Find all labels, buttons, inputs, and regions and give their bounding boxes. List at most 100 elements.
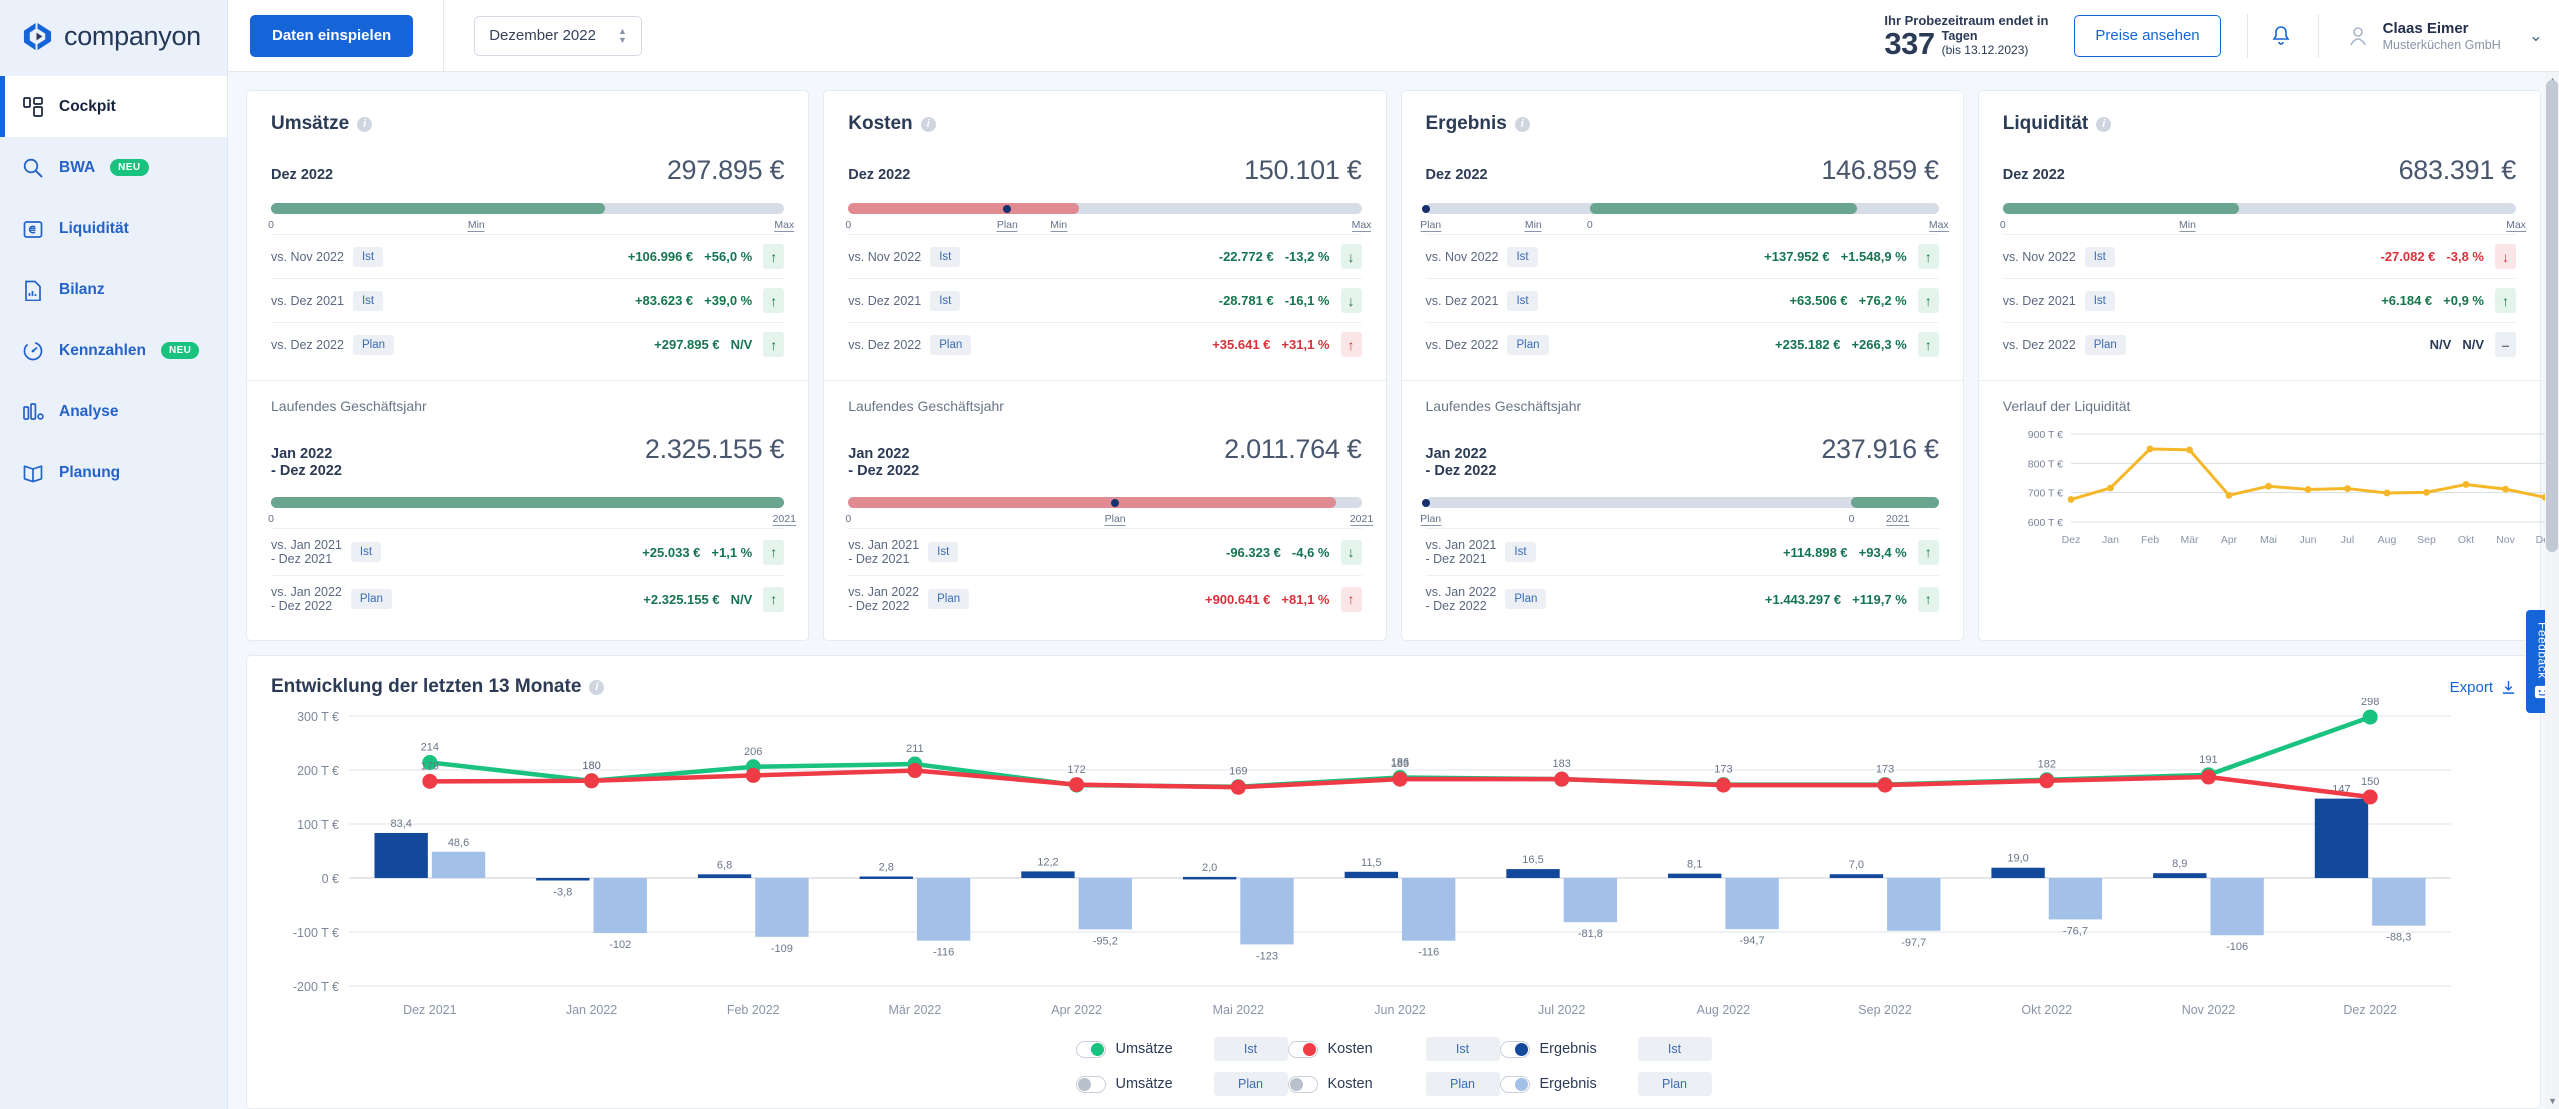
period-select[interactable]: Dezember 2022 ▲ ▼ [474,15,642,56]
page-scrollbar[interactable]: ▲ ▼ [2545,72,2559,1109]
plan-marker-dot [1111,498,1120,507]
card-top-section: Liquidität i Dez 2022 683.391 € 0 Min Max … [1979,91,2540,380]
sidebar-item-bilanz[interactable]: Bilanz [0,259,227,320]
top-bar: Daten einspielen Dezember 2022 ▲ ▼ Ihr Pr… [228,0,2559,72]
comparison-percent: -13,2 % [1284,249,1330,264]
bar-ticks: 0 2021 [268,511,796,528]
svg-text:Mär 2022: Mär 2022 [889,1003,942,1017]
comparison-values: +900.641 € +81,1 % [1205,592,1330,607]
legend-toggle[interactable] [1287,1075,1318,1093]
comparison-amount: +1.443.297 € [1764,591,1842,607]
card-top-section: Kosten i Dez 2022 150.101 € 0 Plan Min Max … [824,91,1385,380]
sidebar-item-kennzahlen[interactable]: Kennzahlen NEU [0,320,227,381]
comparison-label: vs. Jan 2022 - Dez 2022 [271,585,342,613]
comparison-type-pill: Ist [352,290,384,311]
legend-item-ergebnis-plan[interactable]: Ergebnis Plan [1499,1072,1712,1096]
comparison-percent: +1.548,9 % [1840,249,1907,264]
sidebar-item-planung[interactable]: Planung [0,442,227,503]
scroll-down-icon[interactable]: ▼ [2548,1096,2557,1106]
svg-text:Dez 2022: Dez 2022 [2343,1003,2397,1017]
svg-text:Jan 2022: Jan 2022 [566,1003,617,1017]
svg-text:Aug: Aug [2377,534,2396,546]
chevron-down-icon[interactable]: ⌄ [2529,26,2543,46]
bar-ticks: Plan 0 2021 [1420,511,1939,528]
legend-item-kosten-ist[interactable]: Kosten Ist [1287,1037,1500,1061]
svg-text:Feb 2022: Feb 2022 [727,1003,780,1017]
comparison-values: +35.641 € +31,1 % [1212,337,1329,352]
comparison-percent: -4,6 % [1291,544,1330,560]
comparison-amount: N/V [2429,337,2452,352]
bar-fill [1589,203,1857,214]
legend-toggle[interactable] [1499,1040,1530,1058]
comparison-percent: +81,1 % [1281,591,1330,607]
dashboard-content: Umsätze i Dez 2022 297.895 € 0 Min Max vs.… [228,72,2559,1109]
kpi-value: 150.101 € [1244,155,1362,185]
app-logo[interactable]: companyon [0,0,227,72]
comparison-type-pill: Plan [350,589,392,609]
svg-text:211: 211 [906,743,924,755]
svg-text:48,6: 48,6 [448,837,469,849]
svg-text:-116: -116 [1418,947,1439,959]
bell-icon[interactable] [2270,24,2292,48]
comparison-label: vs. Nov 2022 [271,249,344,264]
legend-item-umsatze-plan[interactable]: Umsätze Plan [1075,1072,1288,1096]
info-icon[interactable]: i [357,116,373,132]
comparison-type-pill: Plan [1507,334,1549,355]
legend-item-ergebnis-ist[interactable]: Ergebnis Ist [1499,1037,1712,1061]
bar-tick: 0 [268,513,274,525]
table-row: vs. Dez 2021 Ist +6.184 € +0,9 % ↑ [2002,279,2516,323]
comparison-values: -22.772 € -13,2 % [1219,249,1330,264]
info-icon[interactable]: i [1514,116,1530,132]
sidebar-badge-neu: NEU [110,159,149,176]
kpi-period: Dez 2022 [2002,167,2065,183]
bar-tick: 0 [1848,513,1855,525]
comparison-type-pill: Plan [352,334,394,355]
info-icon[interactable]: i [589,679,605,695]
svg-text:298: 298 [2361,698,2379,708]
svg-text:19,0: 19,0 [2007,853,2028,865]
info-icon[interactable]: i [920,116,936,132]
import-data-button[interactable]: Daten einspielen [250,14,414,57]
svg-text:7,0: 7,0 [1849,859,1864,871]
export-button[interactable]: Export [2450,679,2516,696]
svg-text:-88,3: -88,3 [2386,932,2411,944]
comparison-rows: vs. Nov 2022 Ist -22.772 € -13,2 % ↓ vs.… [848,234,1362,366]
comparison-amount: -27.082 € [2380,249,2436,264]
sidebar-item-analyse[interactable]: Analyse [0,381,227,442]
grid-icon [23,96,43,117]
trial-days: 337 [1884,26,1935,62]
svg-text:83,4: 83,4 [390,818,411,830]
svg-text:Dez 2021: Dez 2021 [403,1003,457,1017]
toolbar-divider [443,0,445,72]
euro-card-icon [23,220,43,238]
svg-text:Okt: Okt [2458,534,2474,546]
view-pricing-button[interactable]: Preise ansehen [2074,14,2221,57]
legend-toggle[interactable] [1075,1075,1106,1093]
progress-bar: 0 2021 [268,497,796,528]
comparison-amount: +25.033 € [642,544,701,560]
table-row: vs. Dez 2021 Ist -28.781 € -16,1 % ↓ [848,279,1362,323]
comparison-values: -28.781 € -16,1 % [1219,293,1330,308]
user-menu[interactable]: Claas Eimer Musterküchen GmbH ⌄ [2341,20,2543,52]
legend-item-kosten-plan[interactable]: Kosten Plan [1287,1072,1500,1096]
legend-label: Umsätze [1115,1076,1173,1092]
svg-text:150: 150 [2361,776,2379,788]
legend-item-umsatze-ist[interactable]: Umsätze Ist [1075,1037,1288,1061]
table-row: vs. Dez 2022 Plan +35.641 € +31,1 % ↑ [848,323,1362,366]
legend-toggle[interactable] [1287,1040,1318,1058]
bar-ticks: 0 Plan 2021 [845,511,1374,528]
comparison-label: vs. Nov 2022 [848,249,922,264]
sidebar-item-cockpit[interactable]: Cockpit [0,76,227,137]
scrollbar-thumb[interactable] [2546,80,2558,552]
info-icon[interactable]: i [2096,116,2112,132]
gauge-icon [23,341,43,360]
sidebar-item-bwa[interactable]: BWA NEU [0,137,227,198]
trend-arrow-icon: ↑ [1917,332,1939,357]
comparison-percent: +93,4 % [1858,544,1907,560]
kpi-period: Dez 2022 [271,167,334,183]
sidebar-item-liquiditat[interactable]: Liquidität [0,198,227,259]
comparison-values: N/V N/V [2430,337,2484,352]
comparison-percent: +1,1 % [711,544,753,560]
legend-toggle[interactable] [1499,1075,1530,1093]
legend-toggle[interactable] [1075,1040,1106,1058]
